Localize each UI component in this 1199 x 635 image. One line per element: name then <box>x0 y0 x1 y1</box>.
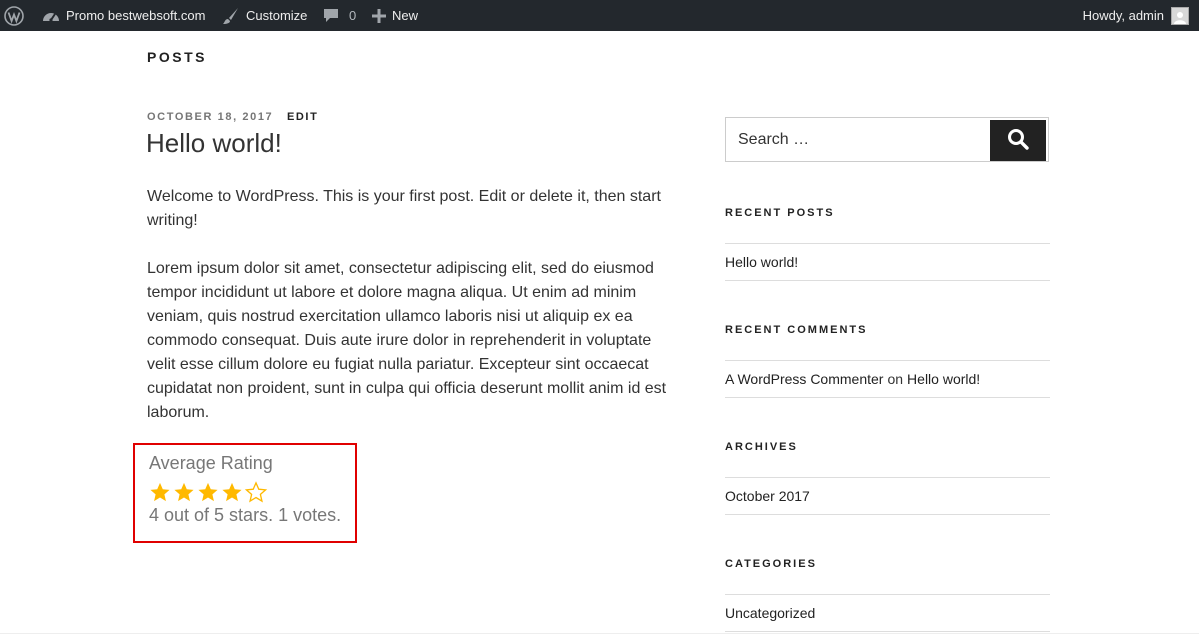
list-item: Hello world! <box>725 244 1050 281</box>
recent-comments-list: A WordPress Commenter on Hello world! <box>725 360 1050 398</box>
star-filled-icon <box>148 481 172 503</box>
customize-label: Customize <box>246 8 308 23</box>
categories-title: CATEGORIES <box>725 558 817 570</box>
archive-link[interactable]: October 2017 <box>725 488 810 504</box>
comments-count: 0 <box>349 8 357 23</box>
list-item: Uncategorized <box>725 595 1050 632</box>
wordpress-logo-menu[interactable] <box>4 0 26 31</box>
user-avatar <box>1171 6 1189 25</box>
star-rating <box>148 481 268 503</box>
category-link[interactable]: Uncategorized <box>725 605 815 621</box>
star-filled-icon <box>196 481 220 503</box>
plus-icon <box>372 8 386 23</box>
post-date[interactable]: OCTOBER 18, 2017 <box>147 111 273 123</box>
howdy-label: Howdy, admin <box>1082 8 1164 23</box>
list-item: October 2017 <box>725 478 1050 515</box>
comments-link[interactable]: 0 <box>323 0 356 31</box>
archives-list: October 2017 <box>725 477 1050 515</box>
recent-posts-list: Hello world! <box>725 243 1050 281</box>
search-input[interactable] <box>727 119 987 160</box>
archives-title: ARCHIVES <box>725 441 798 453</box>
edit-link[interactable]: EDIT <box>287 111 318 123</box>
new-content-menu[interactable]: New <box>372 0 418 31</box>
post-paragraph: Welcome to WordPress. This is your first… <box>147 188 661 229</box>
recent-comments-title: RECENT COMMENTS <box>725 324 868 336</box>
recent-post-link[interactable]: Hello world! <box>725 254 798 270</box>
post-title[interactable]: Hello world! <box>146 128 282 159</box>
post-paragraph: Lorem ipsum dolor sit amet, consectetur … <box>147 260 667 421</box>
recent-posts-title: RECENT POSTS <box>725 207 835 219</box>
page-divider <box>0 633 1199 634</box>
categories-list: Uncategorized <box>725 594 1050 632</box>
star-filled-icon <box>220 481 244 503</box>
search-button[interactable] <box>990 120 1046 161</box>
rating-title: Average Rating <box>149 453 273 473</box>
list-item: A WordPress Commenter on Hello world! <box>725 361 1050 398</box>
account-menu[interactable]: Howdy, admin <box>1083 0 1189 31</box>
search-icon <box>1007 128 1029 153</box>
paintbrush-icon <box>222 7 240 25</box>
post-meta: OCTOBER 18, 2017 EDIT <box>147 111 318 123</box>
search-form <box>725 117 1049 162</box>
star-filled-icon <box>172 481 196 503</box>
rating-summary: 4 out of 5 stars. 1 votes. <box>149 505 342 525</box>
comment-bubble-icon <box>323 8 339 23</box>
average-rating-box: Average Rating 4 out of 5 stars. 1 votes… <box>133 443 357 543</box>
star-empty-icon <box>244 481 268 503</box>
wordpress-icon <box>4 5 24 26</box>
dashboard-icon <box>42 8 60 24</box>
new-label: New <box>392 8 419 23</box>
customize-link[interactable]: Customize <box>222 0 307 31</box>
admin-bar: Promo bestwebsoft.com Customize 0 New Ho… <box>0 0 1199 31</box>
comment-author-link[interactable]: A WordPress Commenter <box>725 371 883 387</box>
page-title: POSTS <box>147 49 207 65</box>
comment-post-link[interactable]: Hello world! <box>907 371 980 387</box>
site-name-label: Promo bestwebsoft.com <box>66 8 206 23</box>
comment-on-label: on <box>887 371 904 387</box>
site-name-menu[interactable]: Promo bestwebsoft.com <box>42 0 205 31</box>
post-content: Welcome to WordPress. This is your first… <box>147 185 669 449</box>
